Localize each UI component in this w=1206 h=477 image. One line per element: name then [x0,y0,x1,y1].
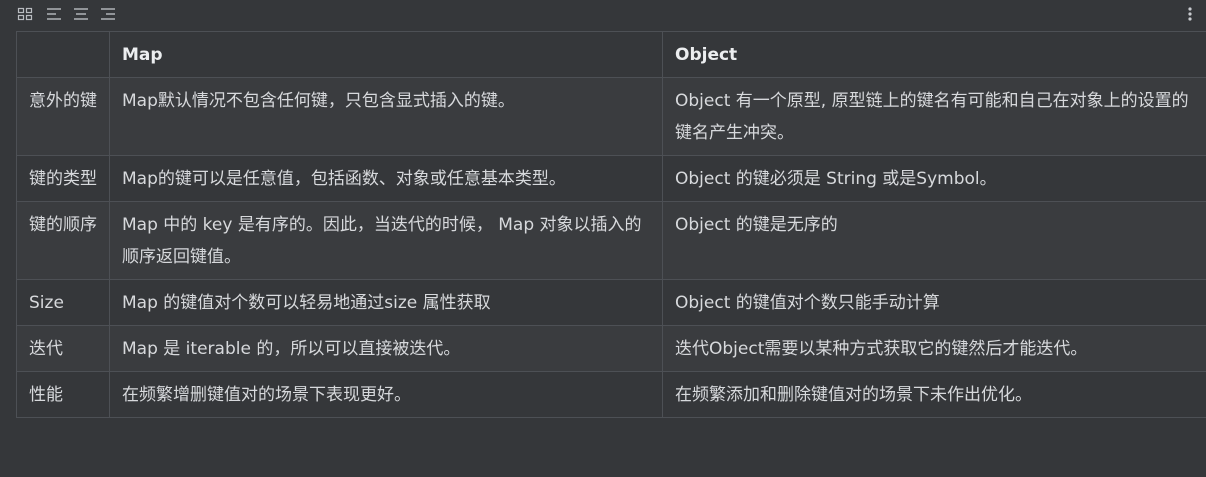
table-row: 意外的键 Map默认情况不包含任何键，只包含显式插入的键。 Object 有一个… [16,77,1206,156]
map-cell[interactable]: Map默认情况不包含任何键，只包含显式插入的键。 [109,77,663,156]
object-cell[interactable]: Object 的键必须是 String 或是Symbol。 [662,155,1206,202]
object-cell[interactable]: Object 有一个原型, 原型链上的键名有可能和自己在对象上的设置的键名产生冲… [662,77,1206,156]
map-cell[interactable]: Map 的键值对个数可以轻易地通过size 属性获取 [109,279,663,326]
object-cell[interactable]: 在频繁添加和删除键值对的场景下未作出优化。 [662,371,1206,418]
map-cell[interactable]: 在频繁增删键值对的场景下表现更好。 [109,371,663,418]
row-label-cell[interactable]: 意外的键 [16,77,110,156]
grid-view-icon[interactable] [17,6,33,22]
row-label-cell[interactable]: 迭代 [16,325,110,372]
row-label-cell[interactable]: 性能 [16,371,110,418]
align-left-icon[interactable] [46,6,62,22]
align-right-icon[interactable] [100,6,116,22]
table-toolbar [0,0,1206,28]
align-center-icon[interactable] [73,6,89,22]
map-cell[interactable]: Map的键可以是任意值，包括函数、对象或任意基本类型。 [109,155,663,202]
table-header-row: Map Object [16,31,1206,78]
header-cell-map[interactable]: Map [109,31,663,78]
more-vertical-icon[interactable] [1184,6,1196,22]
map-cell[interactable]: Map 中的 key 是有序的。因此，当迭代的时候， Map 对象以插入的顺序返… [109,201,663,280]
header-cell-object[interactable]: Object [662,31,1206,78]
row-label-cell[interactable]: 键的顺序 [16,201,110,280]
table-row: Size Map 的键值对个数可以轻易地通过size 属性获取 Object 的… [16,279,1206,326]
object-cell[interactable]: Object 的键是无序的 [662,201,1206,280]
object-cell[interactable]: 迭代Object需要以某种方式获取它的键然后才能迭代。 [662,325,1206,372]
table-row: 性能 在频繁增删键值对的场景下表现更好。 在频繁添加和删除键值对的场景下未作出优… [16,371,1206,418]
table-row: 键的顺序 Map 中的 key 是有序的。因此，当迭代的时候， Map 对象以插… [16,201,1206,280]
object-cell[interactable]: Object 的键值对个数只能手动计算 [662,279,1206,326]
table-row: 键的类型 Map的键可以是任意值，包括函数、对象或任意基本类型。 Object … [16,155,1206,202]
header-cell-empty[interactable] [16,31,110,78]
map-cell[interactable]: Map 是 iterable 的，所以可以直接被迭代。 [109,325,663,372]
map-vs-object-table: Map Object 意外的键 Map默认情况不包含任何键，只包含显式插入的键。… [16,31,1206,418]
comparison-table-container: Map Object 意外的键 Map默认情况不包含任何键，只包含显式插入的键。… [16,31,1206,418]
row-label-cell[interactable]: Size [16,279,110,326]
row-label-cell[interactable]: 键的类型 [16,155,110,202]
table-row: 迭代 Map 是 iterable 的，所以可以直接被迭代。 迭代Object需… [16,325,1206,372]
